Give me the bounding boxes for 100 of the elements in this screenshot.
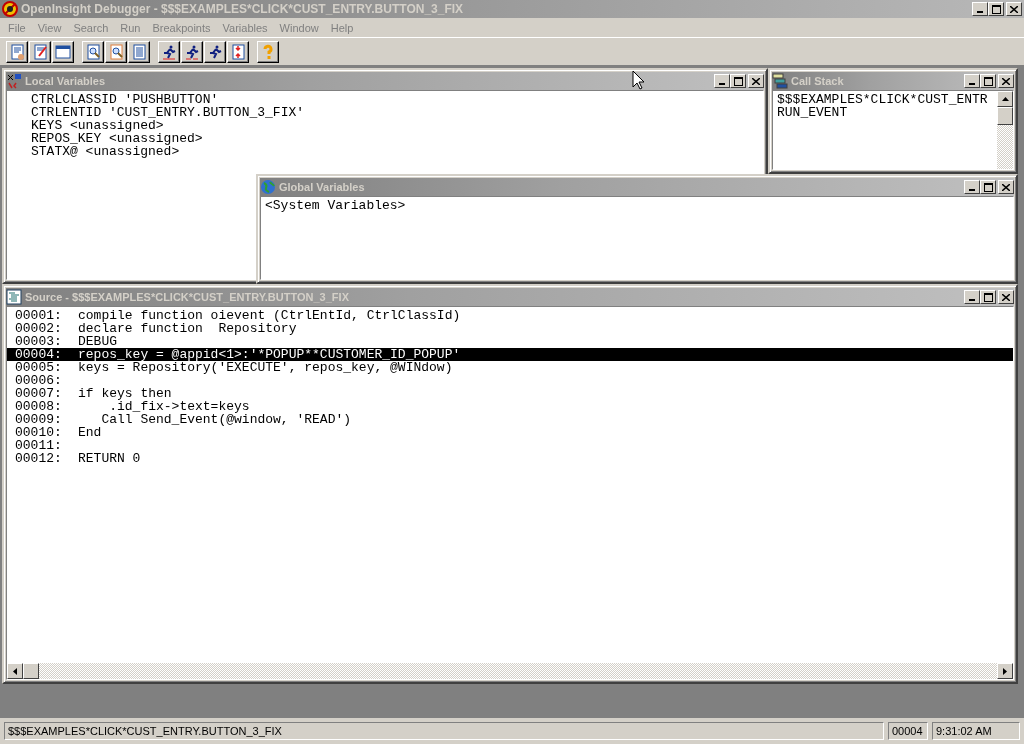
- code-row[interactable]: 00012: RETURN 0: [7, 452, 1013, 465]
- code-line: RETURN 0: [78, 452, 141, 465]
- code-line: End: [78, 426, 102, 439]
- code-line: declare function Repository: [78, 322, 297, 335]
- toolbar-button[interactable]: [158, 40, 180, 63]
- globe-icon: [260, 179, 276, 195]
- status-time: 9:31:02 AM: [932, 722, 1020, 740]
- line-number: 00012:: [15, 452, 63, 465]
- toolbar-button[interactable]: [227, 40, 249, 63]
- scroll-left-button[interactable]: [7, 663, 23, 679]
- close-button[interactable]: [998, 180, 1014, 194]
- maximize-icon: [733, 76, 743, 86]
- minimize-button[interactable]: [964, 180, 980, 194]
- close-button[interactable]: [748, 74, 764, 88]
- status-path: $$$EXAMPLES*CLICK*CUST_ENTRY.BUTTON_3_FIX: [4, 722, 884, 740]
- code-row[interactable]: 00001: compile function oievent (CtrlEntId, CtrlClassId): [7, 309, 1013, 322]
- line-number: 00008:: [15, 400, 63, 413]
- vertical-scrollbar[interactable]: [997, 91, 1013, 169]
- toolbar-button[interactable]: [6, 40, 28, 63]
- variables-icon: [6, 73, 22, 89]
- toolbar-button[interactable]: [29, 40, 51, 63]
- code-line: if keys then: [78, 387, 172, 400]
- code-row[interactable]: 00009: Call Send_Event(@window, 'READ'): [7, 413, 1013, 426]
- code-line: Call Send_Event(@window, 'READ'): [100, 413, 352, 426]
- list-page-icon: [131, 43, 147, 60]
- line-number: 00004:: [15, 348, 63, 361]
- window-title: Local Variables: [25, 75, 106, 87]
- variable-line: REPOS_KEY <unassigned>: [31, 132, 204, 145]
- maximize-button[interactable]: [988, 2, 1004, 16]
- up-arrow-icon: [1001, 97, 1009, 101]
- line-number: 00011:: [15, 439, 63, 452]
- code-row[interactable]: 00003: DEBUG: [7, 335, 1013, 348]
- variable-line: KEYS <unassigned>: [31, 119, 164, 132]
- close-icon: [1002, 183, 1010, 191]
- variable-line: RUN_EVENT: [777, 106, 849, 119]
- close-icon: [1010, 5, 1018, 13]
- window-title: OpenInsight Debugger - $$$EXAMPLES*CLICK*CUST_ENTRY.BUTTON_3_FIX: [21, 2, 465, 16]
- horizontal-scrollbar[interactable]: [7, 663, 1013, 679]
- runner-icon: [184, 43, 200, 60]
- code-line: keys = Repository('EXECUTE', repos_key, @WINdow): [78, 361, 453, 374]
- line-number: 00005:: [15, 361, 63, 374]
- window-icon: [55, 43, 71, 60]
- code-line: DEBUG: [78, 335, 117, 348]
- toolbar-button[interactable]: [128, 40, 150, 63]
- code-row[interactable]: 00005: keys = Repository('EXECUTE', repos_key, @WINdow): [7, 361, 1013, 374]
- variable-line: CTRLCLASSID 'PUSHBUTTON': [31, 93, 220, 106]
- line-number: 00001:: [15, 309, 63, 322]
- window-title: Global Variables: [279, 181, 365, 193]
- close-icon: [1002, 77, 1010, 85]
- minimize-button[interactable]: [964, 290, 980, 304]
- minimize-button[interactable]: [964, 74, 980, 88]
- scroll-thumb[interactable]: [997, 107, 1013, 125]
- runner-icon: [207, 43, 223, 60]
- maximize-button[interactable]: [730, 74, 746, 88]
- line-number: 00003:: [15, 335, 63, 348]
- close-button[interactable]: [1006, 2, 1022, 16]
- scroll-up-button[interactable]: [997, 91, 1013, 107]
- close-button[interactable]: [998, 74, 1014, 88]
- maximize-button[interactable]: [980, 74, 996, 88]
- code-line: repos_key = @appid<1>:'*POPUP**CUSTOMER_ID_POPUP': [78, 348, 461, 361]
- left-arrow-icon: [13, 667, 17, 675]
- scroll-thumb[interactable]: [23, 663, 39, 679]
- app-logo-icon: [2, 1, 18, 17]
- maximize-icon: [983, 292, 993, 302]
- magnifier-page-icon: [85, 43, 101, 60]
- close-icon: [752, 77, 760, 85]
- toolbar-button[interactable]: [52, 40, 74, 63]
- magnifier-page-icon: [108, 43, 124, 60]
- code-row[interactable]: 00011:: [7, 439, 1013, 452]
- code-row[interactable]: 00008: .id_fix->text=keys: [7, 400, 1013, 413]
- code-line: compile function oievent (CtrlEntId, CtrlClassId): [78, 309, 461, 322]
- close-icon: [1002, 293, 1010, 301]
- line-number: 00002:: [15, 322, 63, 335]
- window-title: Source - $$$EXAMPLES*CLICK*CUST_ENTRY.BUTTON_3_FIX: [25, 291, 349, 303]
- toolbar-button[interactable]: [105, 40, 127, 63]
- line-number: 00009:: [15, 413, 63, 426]
- minimize-button[interactable]: [972, 2, 988, 16]
- code-row[interactable]: 00010: End: [7, 426, 1013, 439]
- document-pencil-icon: [32, 43, 48, 60]
- code-row[interactable]: 00007: if keys then: [7, 387, 1013, 400]
- maximize-button[interactable]: [980, 180, 996, 194]
- highlighted-code-row[interactable]: 00004: repos_key = @appid<1>:'*POPUP**CUSTOMER_ID_POPUP': [7, 348, 1013, 361]
- code-row[interactable]: 00006:: [7, 374, 1013, 387]
- maximize-icon: [983, 182, 993, 192]
- code-row[interactable]: 00002: declare function Repository: [7, 322, 1013, 335]
- toolbar-button[interactable]: [257, 40, 279, 63]
- close-button[interactable]: [998, 290, 1014, 304]
- scroll-right-button[interactable]: [997, 663, 1013, 679]
- line-number: 00010:: [15, 426, 63, 439]
- status-line-number: 00004: [888, 722, 928, 740]
- variable-line: <System Variables>: [265, 199, 407, 212]
- variable-line: CTRLENTID 'CUST_ENTRY.BUTTON_3_FIX': [31, 106, 306, 119]
- minimize-button[interactable]: [714, 74, 730, 88]
- window-title: Call Stack: [791, 75, 844, 87]
- page-arrows-icon: [230, 43, 246, 60]
- toolbar-button[interactable]: [181, 40, 203, 63]
- maximize-icon: [983, 76, 993, 86]
- toolbar-button[interactable]: [82, 40, 104, 63]
- toolbar-button[interactable]: [204, 40, 226, 63]
- maximize-button[interactable]: [980, 290, 996, 304]
